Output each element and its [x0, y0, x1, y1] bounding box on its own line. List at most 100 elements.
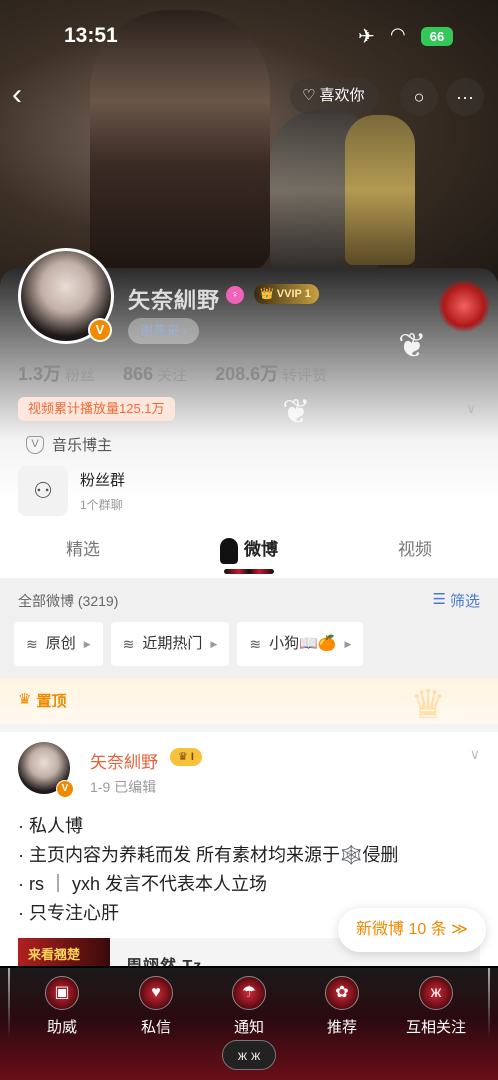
post-body: · 私人博 · 主页内容为养耗而发 所有素材均来源于🕸️侵删 · rs ｜ yx…: [18, 812, 398, 928]
stat-value: 1.3万: [18, 364, 62, 384]
role-label: 音乐博主: [52, 437, 113, 454]
chain-decoration: [8, 968, 10, 1038]
chevron-down-icon[interactable]: ∨: [470, 746, 480, 763]
stat-label: 转评赞: [282, 367, 328, 384]
vip-badge[interactable]: 👑 VVIP 1: [254, 284, 319, 304]
chip-label: 原创: [45, 635, 76, 652]
vip-level: 1: [304, 288, 311, 300]
stat-value: 208.6万: [215, 364, 279, 384]
status-bar: 13:51 ✈ ◠ 66: [0, 0, 498, 70]
lantern-icon: ▣: [45, 976, 79, 1010]
tab-label: 助威: [46, 1019, 77, 1036]
group-icon: ⚇: [18, 466, 68, 516]
tab-label: 通知: [233, 1019, 264, 1036]
pinned-text: 置顶: [36, 693, 67, 710]
tab-video[interactable]: 视频: [332, 530, 498, 578]
chip-original[interactable]: ≋ 原创 ▶: [14, 622, 103, 666]
feather-icon: ❦: [398, 327, 427, 365]
fan-group-subtitle: 1个群聊: [80, 498, 123, 512]
stat-label: 粉丝: [65, 367, 96, 384]
post-author[interactable]: 矢奈紃野: [90, 748, 158, 773]
back-icon[interactable]: ‹: [12, 78, 22, 112]
cover-lamp: [345, 115, 415, 265]
content-tabs: 精选 微博 视频: [0, 530, 498, 578]
triangle-right-icon: ▶: [83, 639, 91, 649]
stat-followers[interactable]: 1.3万 粉丝: [18, 360, 107, 386]
umbrella-icon: ☂: [232, 976, 266, 1010]
relation-pill[interactable]: 谢燕来 ›: [128, 318, 199, 344]
flower-decoration-icon: [438, 280, 490, 332]
tab-underline: [224, 569, 274, 574]
play-count-badge[interactable]: 视频累计播放量125.1万: [18, 397, 175, 421]
tab-recommend[interactable]: ✿ 推荐: [302, 976, 382, 1037]
verified-badge-icon: V: [88, 318, 112, 342]
profile-name: 矢奈紃野: [128, 288, 221, 313]
stat-following[interactable]: 866 关注: [123, 364, 199, 385]
search-icon[interactable]: ○: [400, 78, 438, 116]
tab-label: 推荐: [326, 1019, 357, 1036]
crown-decoration-icon: ♛: [410, 683, 446, 727]
all-posts-count: 全部微博 (3219): [18, 593, 119, 609]
post-line: · 私人博: [18, 816, 83, 836]
filter-button[interactable]: ☰ 筛选: [433, 590, 480, 611]
like-label: 喜欢你: [319, 87, 365, 104]
butterfly-emblem-icon[interactable]: ж ж: [222, 1040, 276, 1070]
new-posts-button[interactable]: 新微博 10 条 ≫: [338, 908, 486, 952]
flower-icon: ✿: [325, 976, 359, 1010]
chip-custom[interactable]: ≋ 小狗📖🍊 ▶: [237, 622, 364, 666]
level-value: I: [190, 751, 194, 763]
chip-label: 近期热门: [142, 635, 203, 652]
like-button[interactable]: ♡ 喜欢你: [290, 78, 379, 114]
triangle-right-icon: ▶: [344, 639, 352, 649]
tab-mutual-follow[interactable]: ж 互相关注: [396, 976, 476, 1037]
level-badge: ♛ I: [170, 748, 202, 766]
post-meta: 1-9 已编辑: [90, 779, 157, 795]
fan-group-row[interactable]: ⚇ 粉丝群 1个群聊: [18, 466, 125, 516]
tab-label: 精选: [66, 540, 100, 559]
verified-badge-icon: V: [56, 780, 74, 798]
profile-page: 13:51 ✈ ◠ 66 ‹ ♡ 喜欢你 ○ ··· ❦ ❦ V 矢奈紃野 ♀ …: [0, 0, 498, 1080]
post-line: · rs ｜ yxh 发言不代表本人立场: [18, 874, 268, 894]
tab-label: 互相关注: [405, 1019, 466, 1036]
tab-label: 私信: [140, 1019, 171, 1036]
tab-notifications[interactable]: ☂ 通知: [209, 976, 289, 1037]
chevron-down-icon[interactable]: ∨: [466, 400, 476, 417]
feather-icon: ❦: [282, 393, 311, 431]
chip-recent-hot[interactable]: ≋ 近期热门 ▶: [110, 622, 230, 666]
tab-weibo[interactable]: 微博: [166, 530, 332, 578]
airplane-icon: ✈: [358, 26, 375, 48]
triangle-right-icon: ▶: [210, 639, 218, 649]
stat-value: 866: [123, 364, 154, 384]
pinned-label: ♛ 置顶: [18, 690, 66, 711]
shield-icon: V: [26, 435, 44, 454]
top-nav: ‹ ♡ 喜欢你 ○ ···: [0, 76, 498, 116]
tab-label: 微博: [244, 540, 278, 559]
stat-label: 关注: [157, 367, 188, 384]
more-icon[interactable]: ···: [446, 78, 484, 116]
stat-interactions[interactable]: 208.6万 转评赞: [215, 360, 339, 386]
tab-cheer[interactable]: ▣ 助威: [22, 976, 102, 1037]
heart-icon: ♥: [139, 976, 173, 1010]
relation-label: 谢燕来: [140, 323, 180, 338]
name-tag-icon: ♀: [226, 286, 244, 304]
role-row: V 音乐博主: [26, 434, 112, 455]
battery-indicator: 66: [421, 27, 453, 46]
post-line: · 主页内容为养耗而发 所有素材均来源于🕸️侵删: [18, 845, 399, 865]
vip-label: VVIP: [276, 288, 302, 300]
filter-bar: 全部微博 (3219) ☰ 筛选 ≋ 原创 ▶ ≋ 近期热门 ▶ ≋ 小狗📖🍊 ▶: [0, 578, 498, 678]
fan-group-title: 粉丝群: [80, 472, 126, 489]
tab-featured[interactable]: 精选: [0, 530, 166, 578]
bottom-tab-bar: ▣ 助威 ♥ 私信 ☂ 通知 ✿ 推荐 ж 互相关注 ж ж: [0, 966, 498, 1080]
wifi-icon: ◠: [390, 24, 406, 44]
tab-messages[interactable]: ♥ 私信: [116, 976, 196, 1037]
layers-icon: ≋: [122, 636, 135, 652]
tab-label: 视频: [398, 540, 432, 559]
layers-icon: ≋: [249, 636, 262, 652]
hand-heart-icon: ♡: [302, 87, 316, 104]
pinned-header: ♛ 置顶 ♛: [0, 678, 498, 727]
filter-icon: ☰: [432, 591, 446, 608]
new-posts-label: 新微博 10 条: [356, 921, 447, 938]
profile-stats: 1.3万 粉丝 866 关注 208.6万 转评赞: [18, 360, 339, 386]
crown-icon: ♛: [18, 691, 32, 708]
butterfly-icon: ж: [419, 976, 453, 1010]
